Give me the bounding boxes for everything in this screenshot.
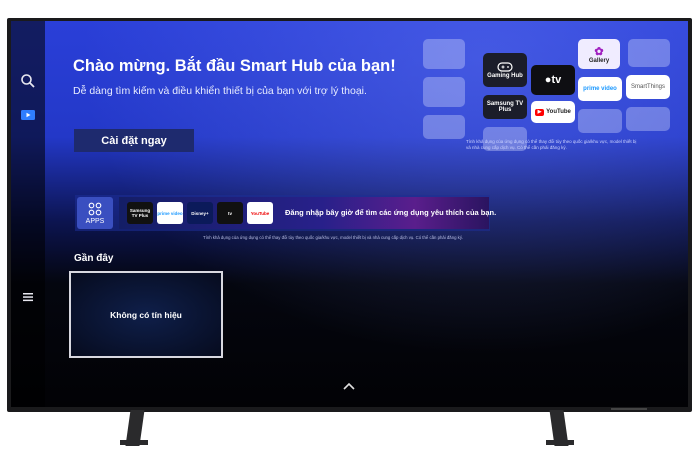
promo-text: Đăng nhập bây giờ để tìm các ứng dụng yê… [285,208,497,217]
hero-tile-blank-4 [423,115,465,139]
tv-stand-left-foot [120,440,148,445]
hero-tile-blank [423,39,465,69]
apps-button[interactable]: APPS [77,197,113,229]
hero-tile-gaming-hub: Gaming Hub [483,53,527,87]
hero-tile-gallery: ✿ Gallery [578,39,620,69]
apps-label: APPS [85,217,105,225]
no-signal-text: Không có tín hiệu [110,309,182,320]
hero-tile-apple-tv: ●tv [531,65,575,95]
welcome-subtitle: Dễ dàng tìm kiếm và điều khiển thiết bị … [73,85,367,97]
hero-tile-blank-6 [578,109,622,133]
mini-app-youtube[interactable]: YouTube [247,202,273,224]
samsung-tv-plus-label: Samsung TV Plus [486,101,524,113]
gaming-hub-label: Gaming Hub [487,73,523,79]
hero-disclaimer: Tính khả dụng của ứng dụng có thể thay đ… [466,139,637,150]
welcome-title: Chào mừng. Bắt đầu Smart Hub của bạn! [73,57,396,75]
mini-app-prime-video[interactable]: prime video [157,202,183,224]
apple-tv-label: tv [551,74,562,86]
apps-disclaimer: Tính khả dụng của ứng dụng có thể thay đ… [203,235,464,240]
recent-source-card[interactable]: Không có tín hiệu [69,271,223,358]
hero-tile-blank-3 [423,77,465,107]
mini-app-apple-tv[interactable]: tv [217,202,243,224]
gamepad-icon [497,62,513,72]
hero-tile-blank-7 [626,107,670,131]
sidebar [11,21,45,407]
apps-grid-icon [88,202,102,215]
tv-led-strip [611,408,647,410]
hero-tile-prime-video: prime video [578,77,622,101]
gallery-label: Gallery [588,57,610,64]
hero-tile-youtube: ▶ YouTube [531,101,575,123]
hero-tile-samsung-tv-plus: Samsung TV Plus [483,95,527,119]
setup-now-button[interactable]: Cài đặt ngay [74,129,194,152]
smartthings-label: SmartThings [630,84,665,90]
mini-app-samsung-tv-plus[interactable]: Samsung TV Plus [127,202,153,224]
tv-stand-right-foot [546,440,574,445]
sign-in-promo-banner[interactable]: Samsung TV Plus prime video Disney+ tv Y… [119,197,496,229]
prime-video-label: prime video [583,86,617,92]
hero-tile-smartthings: SmartThings [626,75,670,99]
chevron-up-icon[interactable] [342,378,356,390]
recent-heading: Gần đây [74,253,114,264]
menu-icon[interactable] [20,289,36,305]
youtube-label: YouTube [546,109,571,115]
source-icon[interactable] [20,107,36,123]
hero-tile-blank-2 [628,39,670,67]
mini-app-disney-plus[interactable]: Disney+ [187,202,213,224]
tv-screen: Chào mừng. Bắt đầu Smart Hub của bạn! Dễ… [11,21,688,407]
youtube-play-icon: ▶ [535,108,545,116]
flower-icon: ✿ [594,45,604,58]
search-icon[interactable] [20,73,36,89]
